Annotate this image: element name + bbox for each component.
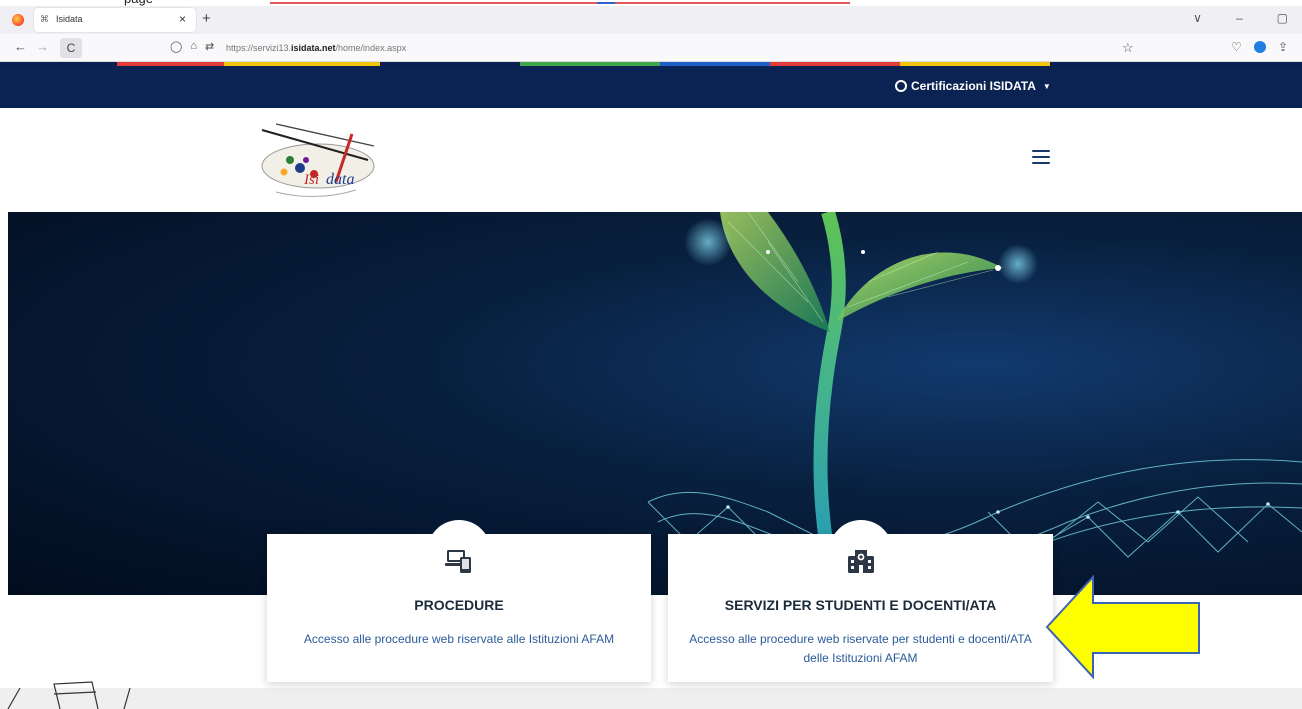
svg-text:Isi: Isi <box>303 172 319 188</box>
permissions-icon[interactable]: ⇄ <box>205 40 214 53</box>
isidata-logo[interactable]: data Isi <box>256 120 388 200</box>
browser-tab-bar: ⌘ Isidata × + ∨ – ▢ <box>0 6 1302 34</box>
url-domain: isidata.net <box>291 43 336 53</box>
new-tab-button[interactable]: + <box>202 10 211 27</box>
hero-banner <box>8 212 1302 595</box>
hyperlink-underline <box>270 2 850 4</box>
card-title: PROCEDURE <box>414 597 504 613</box>
yellow-arrow-annotation <box>1045 575 1200 679</box>
card-title: SERVIZI PER STUDENTI E DOCENTI/ATA <box>724 597 997 613</box>
page: page ⌘ Isidata × + ∨ – ▢ ← → C ◯ ⌂ ⇄ htt… <box>0 0 1302 709</box>
school-icon <box>847 550 874 573</box>
procedure-card[interactable]: PROCEDURE Accesso alle procedure web ris… <box>267 520 651 682</box>
svg-text:data: data <box>326 171 354 188</box>
hamburger-line <box>1032 156 1050 158</box>
forward-icon[interactable]: → <box>36 39 49 54</box>
brand-row: data Isi <box>0 108 1302 212</box>
url-path: /home/index.aspx <box>335 43 407 53</box>
hyperlink-mark <box>597 2 615 4</box>
certifications-label: Certificazioni ISIDATA <box>911 79 1036 93</box>
toolbar-right-icons: ♡ ⇪ <box>1231 40 1288 54</box>
hamburger-line <box>1032 162 1050 164</box>
shield-icon[interactable]: ◯ <box>170 40 182 53</box>
hamburger-line <box>1032 150 1050 152</box>
student-teacher-services-card[interactable]: SERVIZI PER STUDENTI E DOCENTI/ATA Acces… <box>668 520 1053 682</box>
restore-icon[interactable]: ▢ <box>1277 11 1288 25</box>
hero-plant-illustration <box>647 212 1302 575</box>
sketch-decoration <box>7 681 131 709</box>
devices-icon <box>445 550 471 573</box>
window-controls: ∨ – ▢ <box>1193 11 1288 25</box>
site-top-bar: Certificazioni ISIDATA ▼ <box>0 66 1302 108</box>
hamburger-menu-icon[interactable] <box>1032 150 1050 164</box>
card-description: Accesso alle procedure web riservate all… <box>303 632 615 646</box>
tab-close-icon[interactable]: × <box>179 12 186 26</box>
back-icon[interactable]: ← <box>14 39 27 54</box>
bookmark-star-icon[interactable]: ☆ <box>1122 40 1134 56</box>
certifications-dropdown[interactable]: Certificazioni ISIDATA ▼ <box>895 79 1051 93</box>
pocket-icon[interactable]: ♡ <box>1231 40 1242 54</box>
favicon-icon: ⌘ <box>40 14 49 24</box>
tab-title: Isidata <box>56 14 83 24</box>
minimize-icon[interactable]: – <box>1236 11 1243 25</box>
url-security-icons: ◯ ⌂ ⇄ <box>170 40 214 53</box>
browser-tab[interactable]: ⌘ Isidata × <box>34 8 196 32</box>
browser-nav-bar: ← → C ◯ ⌂ ⇄ https://servizi13.isidata.ne… <box>0 34 1302 62</box>
card-description: Accesso alle procedure web riservate per… <box>689 632 1032 665</box>
firefox-icon[interactable] <box>12 14 24 26</box>
footer-band <box>0 688 1302 709</box>
tab-list-icon[interactable]: ∨ <box>1193 11 1202 25</box>
share-icon[interactable]: ⇪ <box>1278 40 1288 54</box>
lock-icon[interactable]: ⌂ <box>190 40 197 53</box>
account-icon[interactable] <box>1253 41 1266 53</box>
reload-icon[interactable]: C <box>60 38 82 58</box>
caret-down-icon: ▼ <box>1042 81 1051 91</box>
address-bar[interactable]: https://servizi13.isidata.net/home/index… <box>226 43 406 53</box>
url-prefix: https://servizi13. <box>226 43 292 53</box>
award-icon <box>895 80 907 92</box>
